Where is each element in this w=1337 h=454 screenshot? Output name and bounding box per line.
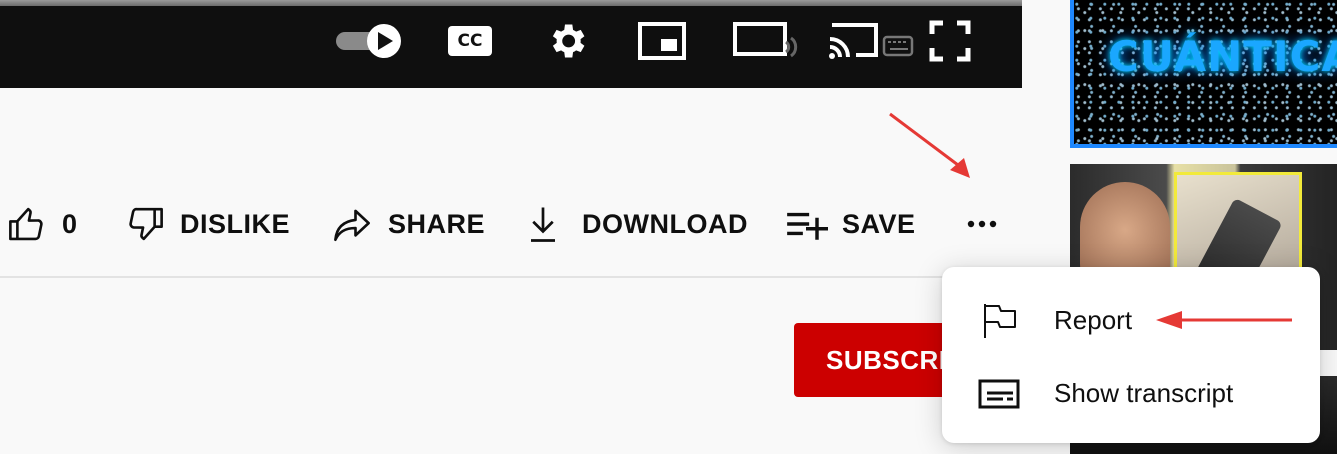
share-label: SHARE	[388, 208, 486, 239]
autoplay-icon	[336, 24, 401, 58]
menu-item-label: Show transcript	[1054, 377, 1234, 408]
save-button[interactable]: SAVE	[784, 190, 916, 258]
gear-icon	[552, 24, 585, 58]
captions-button[interactable]: CC	[446, 16, 494, 66]
cast-icon	[829, 23, 914, 59]
share-button[interactable]: SHARE	[330, 190, 485, 258]
annotation-arrow	[889, 112, 970, 178]
like-button[interactable]: 0	[6, 190, 78, 258]
cc-icon: CC	[448, 26, 492, 56]
miniplayer-button[interactable]	[636, 16, 688, 66]
thumbs-up-icon	[9, 207, 43, 241]
thumbs-down-icon	[129, 207, 163, 241]
download-label: DOWNLOAD	[582, 208, 748, 239]
download-button[interactable]: DOWNLOAD	[528, 190, 748, 258]
dislike-button[interactable]: DISLIKE	[124, 190, 290, 258]
theater-icon	[733, 22, 798, 58]
share-icon	[334, 209, 370, 242]
add-to-playlist-icon	[787, 212, 828, 240]
more-actions-button[interactable]	[962, 190, 1002, 258]
menu-item-show-transcript[interactable]: Show transcript	[942, 357, 1320, 429]
download-icon	[531, 207, 555, 242]
more-horizontal-icon	[967, 220, 997, 228]
dislike-label: DISLIKE	[180, 208, 291, 239]
fullscreen-button[interactable]	[928, 16, 972, 66]
transcript-icon	[978, 379, 1020, 409]
autoplay-toggle[interactable]	[334, 16, 406, 66]
thumbnail-title-text: CUÁNTICA	[1108, 32, 1337, 81]
cc-label: CC	[457, 31, 483, 51]
more-actions-menu: Report Show transcript	[942, 267, 1320, 443]
settings-button[interactable]	[542, 16, 592, 66]
fullscreen-icon	[929, 20, 971, 62]
menu-item-report[interactable]: Report	[942, 284, 1320, 356]
save-label: SAVE	[842, 208, 916, 239]
related-video-thumbnail[interactable]: CUÁNTICA	[1070, 0, 1337, 148]
flag-icon	[984, 304, 1016, 338]
menu-item-label: Report	[1054, 304, 1133, 335]
like-count: 0	[62, 208, 78, 239]
video-player[interactable]: CC	[0, 0, 1022, 88]
section-divider	[0, 276, 1022, 278]
cast-button[interactable]	[826, 16, 916, 66]
video-actions-bar: 0 DISLIKE SHARE DOWNLOAD SAVE	[0, 190, 1022, 258]
miniplayer-icon	[638, 22, 686, 60]
progress-bar[interactable]	[0, 0, 1022, 6]
theater-button[interactable]	[732, 16, 800, 66]
